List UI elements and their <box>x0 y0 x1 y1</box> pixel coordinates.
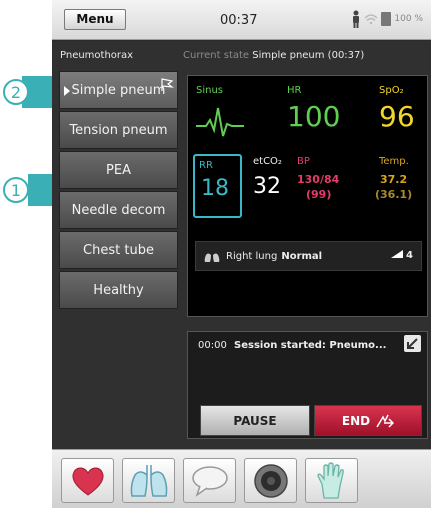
lungs-icon <box>130 464 167 497</box>
pause-button[interactable]: PAUSE <box>200 405 310 436</box>
main-area: Pneumothorax Current state Simple pneum … <box>52 41 431 449</box>
etco2-label: etCO₂ <box>253 156 282 167</box>
tab-glove[interactable] <box>305 458 358 503</box>
scenario-list: Simple pneum Tension pneum PEA Needle de… <box>59 71 179 311</box>
bp-label: BP <box>297 156 310 167</box>
lungs-icon <box>204 250 220 262</box>
scenario-item-label: Healthy <box>93 282 144 298</box>
bp-value: 130/84 <box>297 173 340 186</box>
rr-box[interactable]: RR 18 <box>193 154 242 218</box>
scenario-title: Pneumothorax <box>60 50 134 61</box>
ecg-waveform-icon <box>196 107 244 137</box>
lung-label: Right lung <box>226 250 278 262</box>
tab-speaker[interactable] <box>244 458 297 503</box>
temp-label: Temp. <box>379 156 409 167</box>
battery-percent: 100 % <box>394 14 423 24</box>
status-bar: Menu 00:37 100 % <box>52 0 431 40</box>
session-log: 00:00 Session started: Pneumo... PAUSE E… <box>187 331 428 439</box>
speech-bubble-icon <box>191 465 228 497</box>
heart-icon <box>71 467 104 496</box>
scenario-item-tension-pneum[interactable]: Tension pneum <box>59 111 178 149</box>
speaker-icon <box>253 463 288 498</box>
bp-mean: (99) <box>306 188 332 201</box>
end-button[interactable]: END <box>314 405 422 436</box>
battery-icon <box>381 12 392 26</box>
expand-icon[interactable] <box>404 335 421 352</box>
rr-label: RR <box>199 160 213 171</box>
scenario-item-pea[interactable]: PEA <box>59 151 178 189</box>
etco2-value: 32 <box>253 174 281 199</box>
lung-level-value: 4 <box>406 250 413 261</box>
lung-level: 4 <box>390 250 413 261</box>
person-icon <box>353 10 360 28</box>
hr-value: 100 <box>287 100 341 133</box>
end-icon <box>376 414 395 428</box>
tab-lungs[interactable] <box>122 458 175 503</box>
scenario-item-simple-pneum[interactable]: Simple pneum <box>59 71 178 109</box>
signal-icon <box>390 250 403 258</box>
end-label: END <box>341 413 371 428</box>
scenario-item-label: Tension pneum <box>69 122 168 138</box>
rhythm-label: Sinus <box>196 85 224 96</box>
bottom-tab-bar <box>52 449 431 508</box>
temp-value: 37.2 <box>380 173 408 186</box>
scenario-item-label: Simple pneum <box>71 82 166 98</box>
spo2-value: 96 <box>379 100 415 133</box>
log-time: 00:00 <box>198 340 227 351</box>
hr-label: HR <box>287 85 302 96</box>
clock: 00:37 <box>220 13 258 28</box>
callout-1-number: 1 <box>11 181 21 200</box>
tab-heart[interactable] <box>61 458 114 503</box>
lung-value: Normal <box>281 250 323 262</box>
active-triangle-icon <box>64 86 70 96</box>
current-state-value: Simple pneum (00:37) <box>252 50 365 61</box>
scenario-item-label: Chest tube <box>83 242 154 258</box>
scenario-item-chest-tube[interactable]: Chest tube <box>59 231 178 269</box>
patient-monitor: Sinus HR 100 SpO₂ 96 RR 18 etCO₂ 32 BP 1… <box>187 75 428 317</box>
callout-2-number: 2 <box>11 83 21 102</box>
glove-icon <box>316 461 344 499</box>
status-icons: 100 % <box>351 10 423 28</box>
log-entry: 00:00 Session started: Pneumo... <box>198 340 386 351</box>
wifi-icon <box>364 14 378 25</box>
flag-icon <box>161 78 174 91</box>
tab-speech[interactable] <box>183 458 236 503</box>
menu-button[interactable]: Menu <box>64 9 126 30</box>
current-state: Current state Simple pneum (00:37) <box>183 50 364 61</box>
scenario-item-label: PEA <box>106 162 131 178</box>
scenario-item-label: Needle decom <box>71 202 166 218</box>
current-state-label: Current state <box>183 50 250 61</box>
lung-status-row[interactable]: Right lung Normal 4 <box>195 241 422 271</box>
spo2-label: SpO₂ <box>379 85 404 96</box>
temp-secondary: (36.1) <box>375 188 413 201</box>
scenario-item-healthy[interactable]: Healthy <box>59 271 178 309</box>
scenario-item-needle-decom[interactable]: Needle decom <box>59 191 178 229</box>
device-screen: Menu 00:37 100 % Pneumothorax Current st… <box>52 0 431 508</box>
rr-value: 18 <box>201 176 229 201</box>
log-message: Session started: Pneumo... <box>234 340 387 351</box>
